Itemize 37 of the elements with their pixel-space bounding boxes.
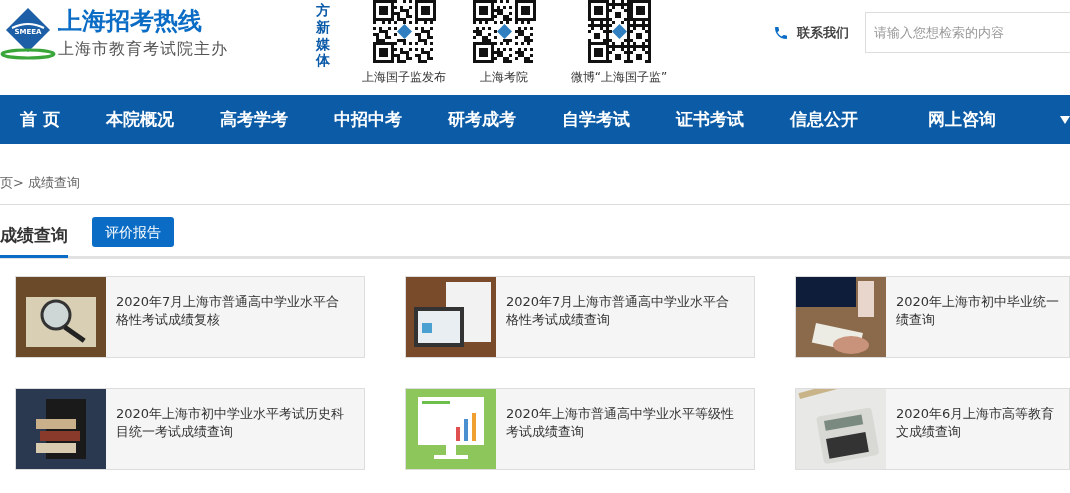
card-title: 2020年7月上海市普通高中学业水平合 格性考试成绩查询 xyxy=(505,293,730,329)
nav-item[interactable]: 首 页 xyxy=(20,108,60,131)
tab[interactable]: 评价报告 xyxy=(92,216,174,247)
qr-code-icon xyxy=(372,0,436,63)
card-title: 2020年上海市普通高中学业水平等级性 考试成绩查询 xyxy=(505,405,735,441)
card-title: 2020年上海市初中学业水平考试历史科 目统一考试成绩查询 xyxy=(115,405,345,441)
nav-item[interactable]: 高考学考 xyxy=(219,108,288,131)
result-card[interactable]: 2020年7月上海市普通高中学业水平合 格性考试成绩查询 xyxy=(405,276,755,358)
nav-item[interactable]: 自学考试 xyxy=(561,108,630,131)
card-title: 2020年上海市初中毕业统一 绩查询 xyxy=(895,293,1060,329)
result-card[interactable]: 2020年上海市初中学业水平考试历史科 目统一考试成绩查询 xyxy=(15,388,365,470)
card-title: 2020年6月上海市高等教育 文成绩查询 xyxy=(895,405,1055,441)
tab[interactable]: 成绩查询 xyxy=(0,222,68,258)
qr-code-icon xyxy=(587,0,651,63)
card-title: 2020年7月上海市普通高中学业水平合 格性考试成绩复核 xyxy=(115,293,340,329)
nav-item[interactable]: 网上咨询 xyxy=(927,108,996,131)
qr-code-icon xyxy=(472,0,536,63)
breadcrumb: 页> 成绩查询 xyxy=(0,175,81,190)
phone-icon[interactable] xyxy=(773,24,789,41)
site-subtitle: 上海市教育考试院主办 xyxy=(58,38,228,60)
qr-label: 上海考院 xyxy=(480,69,528,86)
nav-item[interactable]: 信息公开 xyxy=(789,108,858,131)
qr-label: 上海国子监发布 xyxy=(362,69,446,86)
contact-link[interactable]: 联系我们 xyxy=(797,23,849,42)
site-title: 上海招考热线 xyxy=(58,6,203,36)
media-label: 方新媒体 xyxy=(316,2,330,70)
result-card[interactable]: 2020年上海市初中毕业统一 绩查询 xyxy=(795,276,1070,358)
qr-label: 微博“上海国子监” xyxy=(570,69,668,86)
search-field[interactable]: 请输入您想检索的内容 xyxy=(865,12,1070,53)
result-card[interactable]: 2020年6月上海市高等教育 文成绩查询 xyxy=(795,388,1070,470)
result-card[interactable]: 2020年7月上海市普通高中学业水平合 格性考试成绩复核 xyxy=(15,276,365,358)
nav-item[interactable]: 本院概况 xyxy=(105,108,174,131)
nav-item[interactable]: 证书考试 xyxy=(675,108,744,131)
caret-icon[interactable] xyxy=(1060,116,1070,124)
nav-item[interactable]: 中招中考 xyxy=(333,108,402,131)
result-card[interactable]: 2020年上海市普通高中学业水平等级性 考试成绩查询 xyxy=(405,388,755,470)
nav-item[interactable]: 研考成考 xyxy=(447,108,516,131)
